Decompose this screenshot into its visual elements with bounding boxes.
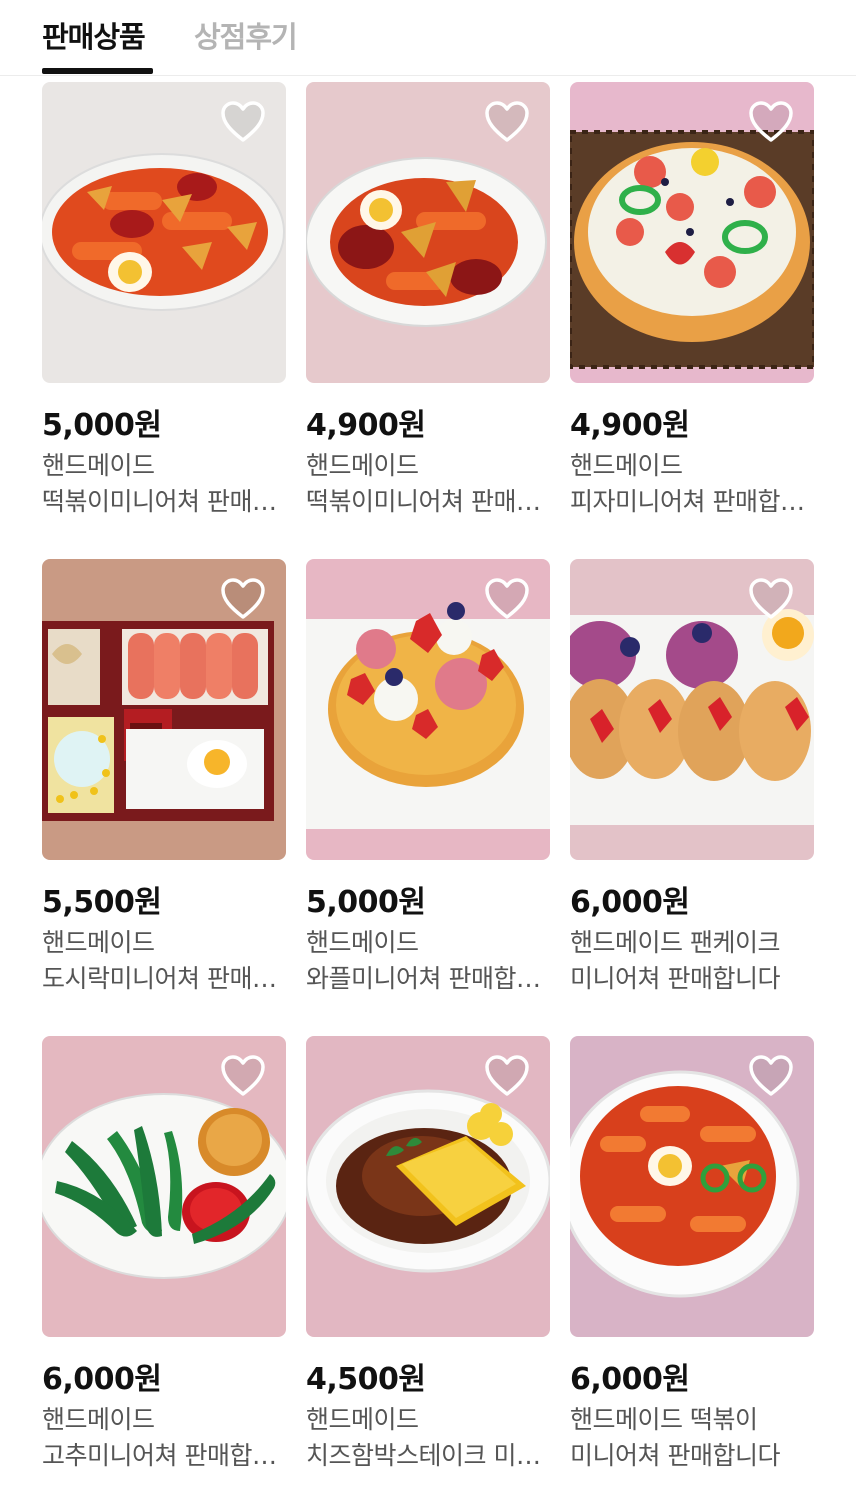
product-price: 5,500원	[42, 885, 162, 920]
product-card[interactable]: 6,000원 핸드메이드 떡볶이 미니어쳐 판매합니다	[570, 1036, 814, 1476]
product-title-line2: 피자미니어쳐 판매합니다	[570, 487, 814, 516]
tab-store-reviews[interactable]: 상점후기	[194, 14, 298, 56]
heart-outline-icon[interactable]	[220, 1054, 266, 1098]
product-card[interactable]: 4,500원 핸드메이드 치즈함박스테이크 미니어쳐	[306, 1036, 550, 1476]
product-title-line2: 도시락미니어쳐 판매합니다	[42, 964, 286, 993]
product-card[interactable]: 5,000원 핸드메이드 떡볶이미니어쳐 판매합니다	[42, 82, 286, 522]
product-title-line2: 떡볶이미니어쳐 판매합니다	[42, 487, 286, 516]
product-card[interactable]: 4,900원 핸드메이드 떡볶이미니어쳐 판매합니다	[306, 82, 550, 522]
product-price: 5,000원	[42, 408, 162, 443]
product-title-line1: 핸드메이드	[570, 451, 683, 480]
product-price: 6,000원	[570, 1362, 690, 1397]
heart-outline-icon[interactable]	[220, 100, 266, 144]
product-title-line1: 핸드메이드	[42, 928, 155, 957]
heart-outline-icon[interactable]	[484, 1054, 530, 1098]
tab-bar: 판매상품 상점후기	[0, 0, 856, 76]
product-title-line2: 고추미니어쳐 판매합니다	[42, 1441, 286, 1470]
heart-outline-icon[interactable]	[484, 100, 530, 144]
product-title-line2: 치즈함박스테이크 미니어쳐	[306, 1441, 550, 1470]
heart-outline-icon[interactable]	[748, 1054, 794, 1098]
product-title-line1: 핸드메이드 떡볶이	[570, 1405, 758, 1434]
heart-outline-icon[interactable]	[220, 577, 266, 621]
product-card[interactable]: 6,000원 핸드메이드 팬케이크 미니어쳐 판매합니다	[570, 559, 814, 999]
product-card[interactable]: 6,000원 핸드메이드 고추미니어쳐 판매합니다	[42, 1036, 286, 1476]
product-price: 4,900원	[570, 408, 690, 443]
product-card[interactable]: 5,500원 핸드메이드 도시락미니어쳐 판매합니다	[42, 559, 286, 999]
product-price: 4,900원	[306, 408, 426, 443]
product-title-line2: 떡볶이미니어쳐 판매합니다	[306, 487, 550, 516]
active-tab-indicator	[42, 68, 153, 74]
heart-outline-icon[interactable]	[748, 577, 794, 621]
tab-products[interactable]: 판매상품	[42, 14, 146, 56]
heart-outline-icon[interactable]	[484, 577, 530, 621]
product-title-line1: 핸드메이드	[306, 451, 419, 480]
product-title-line1: 핸드메이드 팬케이크	[570, 928, 780, 957]
product-price: 6,000원	[570, 885, 690, 920]
product-title-line1: 핸드메이드	[306, 928, 419, 957]
product-title-line2: 미니어쳐 판매합니다	[570, 1441, 780, 1470]
product-title-line2: 와플미니어쳐 판매합니다	[306, 964, 550, 993]
product-price: 5,000원	[306, 885, 426, 920]
heart-outline-icon[interactable]	[748, 100, 794, 144]
product-title-line2: 미니어쳐 판매합니다	[570, 964, 780, 993]
product-title-line1: 핸드메이드	[42, 1405, 155, 1434]
product-price: 6,000원	[42, 1362, 162, 1397]
product-title-line1: 핸드메이드	[42, 451, 155, 480]
product-card[interactable]: 5,000원 핸드메이드 와플미니어쳐 판매합니다	[306, 559, 550, 999]
product-card[interactable]: 4,900원 핸드메이드 피자미니어쳐 판매합니다	[570, 82, 814, 522]
product-title-line1: 핸드메이드	[306, 1405, 419, 1434]
product-price: 4,500원	[306, 1362, 426, 1397]
